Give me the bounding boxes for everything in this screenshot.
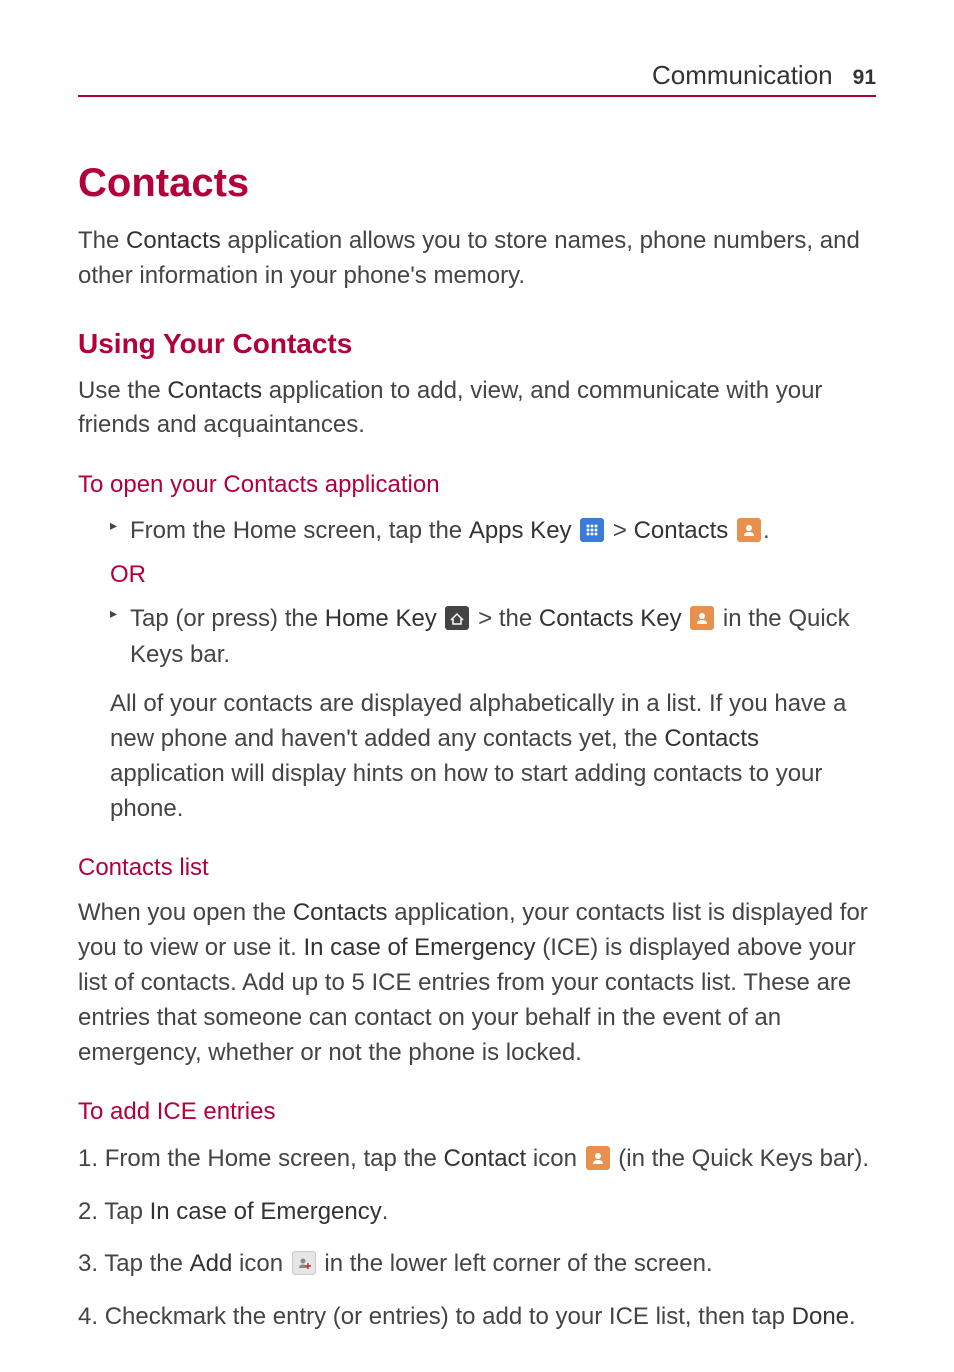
bullet-item: Tap (or press) the Home Key > the Contac… — [110, 601, 876, 673]
to-open-contacts-heading: To open your Contacts application — [78, 471, 876, 499]
text: Use the — [78, 377, 167, 404]
text: icon — [526, 1145, 583, 1172]
app-name-contacts: Contacts — [664, 725, 759, 752]
text: From the Home screen, tap the — [105, 1145, 444, 1172]
step-number: 2. — [78, 1198, 104, 1225]
home-key-label: Home Key — [325, 605, 437, 632]
contacts-quick-icon — [586, 1146, 610, 1170]
bullet-text: Tap (or press) the Home Key > the Contac… — [110, 601, 876, 673]
text: From the Home screen, tap the — [130, 517, 469, 544]
bullet-text: From the Home screen, tap the Apps Key >… — [110, 513, 876, 549]
step-number: 3. — [78, 1250, 104, 1277]
to-add-ice-heading: To add ICE entries — [78, 1098, 876, 1126]
home-key-icon — [445, 606, 469, 630]
using-paragraph: Use the Contacts application to add, vie… — [78, 374, 876, 444]
section-title: Communication — [652, 60, 833, 91]
done-label: Done — [792, 1303, 849, 1330]
text: Tap — [104, 1198, 149, 1225]
text: When you open the — [78, 899, 293, 926]
text: Tap the — [104, 1250, 189, 1277]
contacts-quick-icon — [690, 606, 714, 630]
or-separator: OR — [110, 561, 876, 589]
step-number: 4. — [78, 1303, 105, 1330]
bullet-item: From the Home screen, tap the Apps Key >… — [110, 513, 876, 549]
text: Tap (or press) the — [130, 605, 325, 632]
page-title: Contacts — [78, 161, 876, 206]
add-contact-icon — [292, 1251, 316, 1275]
app-name-contacts: Contacts — [126, 227, 221, 254]
step-4: 4. Checkmark the entry (or entries) to a… — [78, 1298, 876, 1336]
text: . — [763, 517, 770, 544]
text: The — [78, 227, 126, 254]
step-1: 1. From the Home screen, tap the Contact… — [78, 1140, 876, 1178]
app-name-contacts: Contacts — [167, 377, 262, 404]
text: application will display hints on how to… — [110, 760, 822, 822]
text: (in the Quick Keys bar). — [612, 1145, 869, 1172]
contacts-list-paragraph: When you open the Contacts application, … — [78, 896, 876, 1070]
add-label: Add — [190, 1250, 233, 1277]
intro-paragraph: The Contacts application allows you to s… — [78, 224, 876, 294]
apps-key-icon — [580, 518, 604, 542]
contacts-list-heading: Contacts list — [78, 854, 876, 882]
contacts-icon — [737, 518, 761, 542]
step-number: 1. — [78, 1145, 105, 1172]
text: > — [606, 517, 633, 544]
text: icon — [232, 1250, 289, 1277]
step-2: 2. Tap In case of Emergency. — [78, 1193, 876, 1231]
ice-label: In case of Emergency — [150, 1198, 382, 1225]
open-description: All of your contacts are displayed alpha… — [110, 687, 876, 826]
ice-label: In case of Emergency — [303, 934, 535, 961]
text: . — [849, 1303, 856, 1330]
step-3: 3. Tap the Add icon in the lower left co… — [78, 1245, 876, 1283]
page-number: 91 — [853, 66, 876, 90]
text: > the — [471, 605, 538, 632]
contact-label: Contact — [444, 1145, 527, 1172]
text: Checkmark the entry (or entries) to add … — [105, 1303, 792, 1330]
apps-key-label: Apps Key — [469, 517, 572, 544]
contacts-key-label: Contacts Key — [539, 605, 682, 632]
contacts-label: Contacts — [634, 517, 729, 544]
app-name-contacts: Contacts — [293, 899, 388, 926]
text: in the lower left corner of the screen. — [318, 1250, 713, 1277]
page-header: Communication 91 — [78, 60, 876, 97]
text: . — [382, 1198, 389, 1225]
using-your-contacts-heading: Using Your Contacts — [78, 328, 876, 360]
